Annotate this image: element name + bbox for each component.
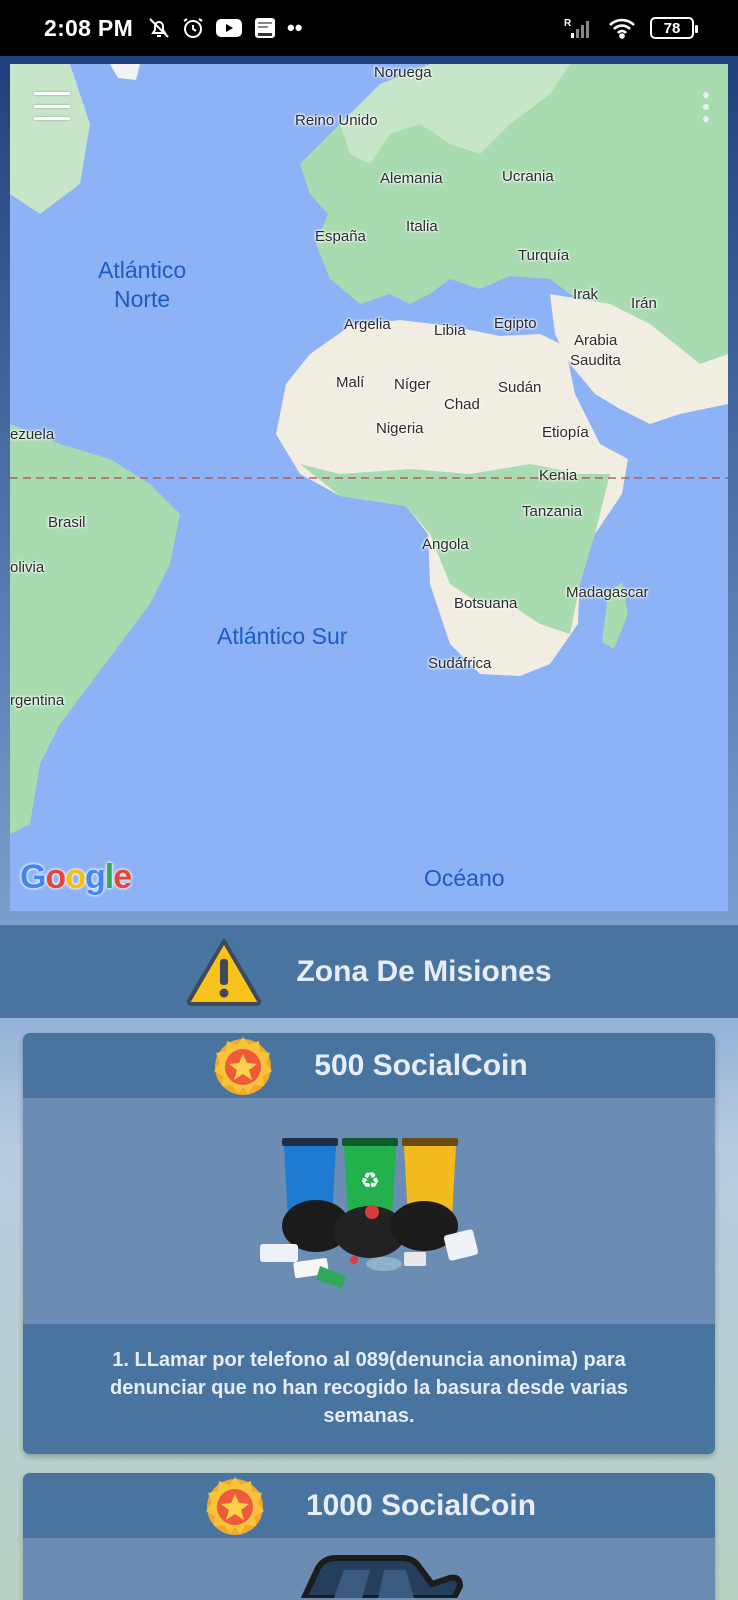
map-label-noruega: Noruega — [374, 64, 432, 81]
wifi-icon — [609, 18, 635, 39]
map-label-bolivia: olivia — [10, 559, 45, 576]
system-icons: R 78 — [564, 16, 698, 40]
mission-zone-header: Zona De Misiones — [0, 925, 738, 1018]
google-logo: Google — [20, 858, 132, 896]
more-notifications-indicator: •• — [287, 15, 303, 40]
battery-icon: 78 — [650, 17, 698, 39]
ocean-label-atlantico-norte-line2: Norte — [113, 286, 171, 312]
map-label-chad: Chad — [444, 396, 480, 413]
map-label-turquia: Turquía — [518, 247, 570, 264]
more-options-icon[interactable] — [702, 92, 710, 122]
trash-bins-illustration: ♻ — [260, 1138, 479, 1288]
map-label-etiopia: Etiopía — [542, 424, 589, 441]
mission-reward: 500 SocialCoin — [314, 1048, 528, 1082]
map-label-arabia: Arabia — [574, 332, 618, 349]
ocean-label-atlantico-sur: Atlántico Sur — [217, 623, 348, 649]
warning-icon — [187, 938, 262, 1006]
map-label-alemania: Alemania — [380, 170, 443, 187]
youtube-icon — [216, 19, 243, 37]
map-label-mali: Malí — [336, 374, 365, 391]
map-label-italia: Italia — [406, 218, 438, 235]
map-label-kenia: Kenia — [539, 467, 578, 484]
map-label-angola: Angola — [422, 536, 469, 553]
map-canvas — [10, 64, 728, 834]
map-label-ucrania: Ucrania — [502, 168, 554, 185]
world-map[interactable]: Noruega Reino Unido Alemania Ucrania Esp… — [10, 64, 728, 911]
app-notification-icon — [255, 18, 276, 38]
bell-off-icon — [149, 18, 169, 38]
map-label-irak: Irak — [573, 286, 599, 303]
map-label-argentina: rgentina — [10, 692, 65, 709]
svg-text:♻: ♻ — [360, 1169, 380, 1194]
status-time: 2:08 PM — [44, 14, 134, 41]
map-label-sudafrica: Sudáfrica — [428, 655, 492, 672]
ocean-label-atlantico-norte: Atlántico Norte — [98, 256, 186, 314]
mission-card[interactable]: 1000 SocialCoin — [23, 1473, 715, 1600]
ocean-label-oceano: Océano — [424, 865, 505, 891]
map-label-egipto: Egipto — [494, 315, 537, 332]
map-label-nigeria: Nigeria — [376, 420, 424, 437]
map-label-brasil: Brasil — [48, 514, 86, 531]
land-iceland — [110, 64, 140, 80]
car-illustration — [301, 1555, 463, 1598]
signal-roaming-badge: R — [564, 18, 572, 29]
trash-bins-image: ♻ — [23, 1098, 715, 1324]
signal-icon: R — [564, 18, 589, 38]
map-label-sudan: Sudán — [498, 379, 542, 396]
mission-reward: 1000 SocialCoin — [305, 1488, 537, 1522]
map-label-iran: Irán — [631, 295, 657, 312]
mission-description: 1. LLamar por telefono al 089(denuncia a… — [23, 1324, 715, 1454]
map-label-tanzania: Tanzania — [522, 503, 583, 520]
map-label-niger: Níger — [394, 376, 431, 393]
map-label-espana: España — [315, 228, 366, 245]
mission-card-header: 1000 SocialCoin — [23, 1473, 715, 1538]
alarm-icon — [183, 18, 203, 38]
map-label-madagascar: Madagascar — [566, 584, 649, 601]
notification-icons: •• — [147, 16, 302, 40]
map-label-saudita: Saudita — [570, 352, 621, 369]
ocean-label-atlantico-norte-line1: Atlántico — [98, 257, 187, 283]
status-bar: 2:08 PM •• R 78 — [0, 0, 738, 56]
land-greenland — [10, 64, 90, 214]
mission-card[interactable]: 500 SocialCoin ♻ 1. LLamar por telefono … — [23, 1033, 715, 1454]
menu-icon[interactable] — [34, 92, 70, 120]
map-label-reino-unido: Reino Unido — [295, 112, 378, 129]
map-label-libia: Libia — [434, 322, 466, 339]
battery-level: 78 — [663, 19, 681, 37]
map-label-venezuela: ezuela — [10, 426, 55, 443]
zone-title: Zona De Misiones — [296, 954, 552, 988]
car-image — [23, 1538, 715, 1598]
mission-card-header: 500 SocialCoin — [23, 1033, 715, 1098]
map-label-botsuana: Botsuana — [454, 595, 518, 612]
coin-medal-icon — [214, 1036, 273, 1095]
land-south-america — [10, 424, 180, 834]
coin-medal-icon — [205, 1476, 264, 1535]
map-label-argelia: Argelia — [344, 316, 391, 333]
